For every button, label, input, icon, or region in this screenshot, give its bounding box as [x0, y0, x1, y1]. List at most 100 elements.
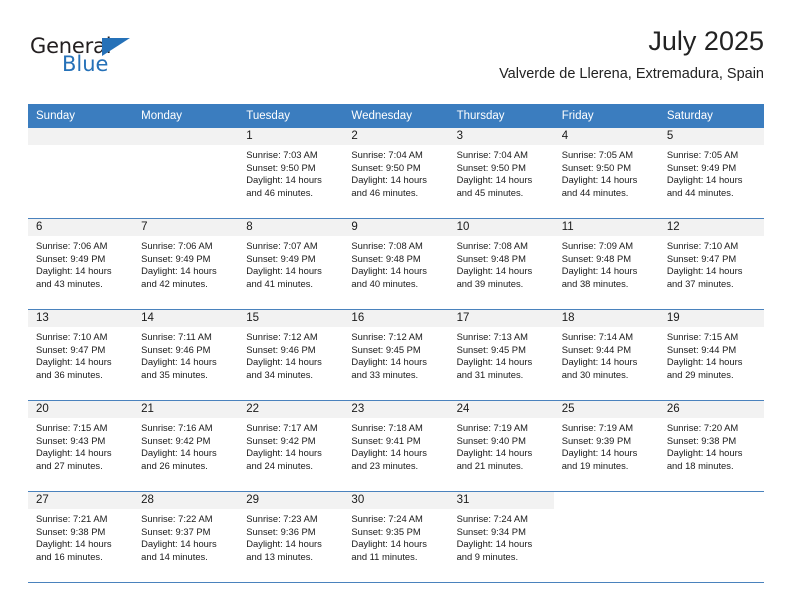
sunrise-text: Sunrise: 7:19 AM — [561, 422, 634, 433]
sunrise-text: Sunrise: 7:12 AM — [351, 331, 423, 342]
day-details: Sunrise: 7:04 AM Sunset: 9:50 PM Daylight:… — [449, 145, 554, 199]
day-number: 30 — [343, 492, 449, 509]
calendar-day-cell[interactable]: 27 Sunrise: 7:21 AM Sunset: 9:38 PM Dayligh… — [28, 491, 134, 583]
calendar-day-cell[interactable]: 17 Sunrise: 7:13 AM Sunset: 9:45 PM Dayligh… — [448, 309, 554, 401]
day-details: Sunrise: 7:10 AM Sunset: 9:47 PM Daylight:… — [659, 236, 764, 290]
sunrise-text: Sunrise: 7:24 AM — [456, 513, 528, 524]
calendar-week-row: 6 Sunrise: 7:06 AM Sunset: 9:49 PM Daylight… — [28, 218, 764, 310]
calendar-day-cell[interactable]: 13 Sunrise: 7:10 AM Sunset: 9:47 PM Dayligh… — [28, 309, 134, 401]
calendar-cell-inner: 20 Sunrise: 7:15 AM Sunset: 9:43 PM Dayligh… — [28, 401, 134, 491]
calendar-day-cell[interactable]: 20 Sunrise: 7:15 AM Sunset: 9:43 PM Dayligh… — [28, 400, 134, 492]
daylight-text-line1: Daylight: 14 hours — [36, 447, 112, 459]
calendar-day-cell[interactable]: 29 Sunrise: 7:23 AM Sunset: 9:36 PM Dayligh… — [238, 491, 344, 583]
day-details: Sunrise: 7:06 AM Sunset: 9:49 PM Daylight:… — [133, 236, 238, 290]
calendar-cell-inner: 9 Sunrise: 7:08 AM Sunset: 9:48 PM Daylight… — [343, 219, 449, 309]
sunset-text: Sunset: 9:46 PM — [141, 343, 211, 355]
day-number — [28, 128, 134, 145]
calendar-cell-inner: 15 Sunrise: 7:12 AM Sunset: 9:46 PM Dayligh… — [238, 310, 344, 400]
daylight-text-line1: Daylight: 14 hours — [561, 447, 638, 459]
calendar-day-cell[interactable]: 10 Sunrise: 7:08 AM Sunset: 9:48 PM Dayligh… — [448, 218, 554, 310]
calendar-cell-inner — [658, 492, 764, 582]
sunrise-text: Sunrise: 7:05 AM — [561, 149, 634, 160]
daylight-text-line2: and 29 minutes. — [666, 368, 734, 380]
calendar-day-cell[interactable]: 28 Sunrise: 7:22 AM Sunset: 9:37 PM Dayligh… — [133, 491, 239, 583]
day-details: Sunrise: 7:23 AM Sunset: 9:36 PM Daylight:… — [238, 509, 343, 563]
calendar-cell-empty — [28, 128, 134, 219]
daylight-text-line2: and 38 minutes. — [561, 277, 629, 289]
sunrise-text: Sunrise: 7:06 AM — [36, 240, 108, 251]
daylight-text-line1: Daylight: 14 hours — [36, 356, 112, 368]
daylight-text-line2: and 18 minutes. — [666, 459, 734, 471]
day-details: Sunrise: 7:15 AM Sunset: 9:44 PM Daylight:… — [659, 327, 764, 381]
calendar-cell-empty — [133, 128, 239, 219]
sunset-text: Sunset: 9:48 PM — [561, 252, 632, 264]
daylight-text-line1: Daylight: 14 hours — [36, 538, 112, 550]
sunset-text: Sunset: 9:48 PM — [456, 252, 526, 264]
calendar-day-cell[interactable]: 30 Sunrise: 7:24 AM Sunset: 9:35 PM Dayligh… — [343, 491, 449, 583]
daylight-text-line2: and 44 minutes. — [561, 186, 629, 198]
calendar-cell-inner: 5 Sunrise: 7:05 AM Sunset: 9:49 PM Daylight… — [658, 128, 764, 218]
calendar-day-cell[interactable]: 25 Sunrise: 7:19 AM Sunset: 9:39 PM Dayligh… — [553, 400, 659, 492]
day-number: 8 — [238, 219, 344, 236]
calendar-day-cell[interactable]: 22 Sunrise: 7:17 AM Sunset: 9:42 PM Dayligh… — [238, 400, 344, 492]
calendar-day-cell[interactable]: 31 Sunrise: 7:24 AM Sunset: 9:34 PM Dayligh… — [448, 491, 554, 583]
calendar-day-cell[interactable]: 14 Sunrise: 7:11 AM Sunset: 9:46 PM Dayligh… — [133, 309, 239, 401]
sunset-text: Sunset: 9:42 PM — [246, 434, 316, 446]
daylight-text-line2: and 26 minutes. — [141, 459, 208, 471]
calendar-day-cell[interactable]: 19 Sunrise: 7:15 AM Sunset: 9:44 PM Dayligh… — [658, 309, 764, 401]
day-number: 4 — [553, 128, 659, 145]
daylight-text-line1: Daylight: 14 hours — [246, 447, 322, 459]
sunset-text: Sunset: 9:34 PM — [456, 525, 526, 537]
calendar-grid: Sunday Monday Tuesday Wednesday Thursday… — [28, 104, 764, 583]
calendar-cell-inner: 31 Sunrise: 7:24 AM Sunset: 9:34 PM Dayligh… — [448, 492, 554, 582]
sunset-text: Sunset: 9:48 PM — [351, 252, 421, 264]
calendar-day-cell[interactable]: 18 Sunrise: 7:14 AM Sunset: 9:44 PM Dayligh… — [553, 309, 659, 401]
calendar-day-cell[interactable]: 6 Sunrise: 7:06 AM Sunset: 9:49 PM Daylight… — [28, 218, 134, 310]
calendar-day-cell[interactable]: 23 Sunrise: 7:18 AM Sunset: 9:41 PM Dayligh… — [343, 400, 449, 492]
calendar-day-cell[interactable]: 24 Sunrise: 7:19 AM Sunset: 9:40 PM Dayligh… — [448, 400, 554, 492]
calendar-day-cell[interactable]: 16 Sunrise: 7:12 AM Sunset: 9:45 PM Dayligh… — [343, 309, 449, 401]
calendar-day-cell[interactable]: 26 Sunrise: 7:20 AM Sunset: 9:38 PM Dayligh… — [658, 400, 764, 492]
calendar-day-cell[interactable]: 9 Sunrise: 7:08 AM Sunset: 9:48 PM Daylight… — [343, 218, 449, 310]
daylight-text-line2: and 40 minutes. — [351, 277, 419, 289]
sunset-text: Sunset: 9:49 PM — [36, 252, 106, 264]
general-blue-logo[interactable]: General Blue — [30, 36, 210, 88]
daylight-text-line2: and 46 minutes. — [351, 186, 419, 198]
daylight-text-line1: Daylight: 14 hours — [246, 174, 322, 186]
sunset-text: Sunset: 9:50 PM — [246, 161, 316, 173]
daylight-text-line2: and 39 minutes. — [456, 277, 524, 289]
sunset-text: Sunset: 9:47 PM — [666, 252, 737, 264]
sunset-text: Sunset: 9:37 PM — [141, 525, 211, 537]
calendar-day-cell[interactable]: 4 Sunrise: 7:05 AM Sunset: 9:50 PM Daylight… — [553, 128, 659, 219]
calendar-day-cell[interactable]: 11 Sunrise: 7:09 AM Sunset: 9:48 PM Dayligh… — [553, 218, 659, 310]
sunrise-text: Sunrise: 7:03 AM — [246, 149, 318, 160]
sunset-text: Sunset: 9:36 PM — [246, 525, 316, 537]
daylight-text-line2: and 14 minutes. — [141, 550, 208, 562]
calendar-day-cell[interactable]: 8 Sunrise: 7:07 AM Sunset: 9:49 PM Daylight… — [238, 218, 344, 310]
day-number: 14 — [133, 310, 239, 327]
day-details: Sunrise: 7:11 AM Sunset: 9:46 PM Daylight:… — [133, 327, 238, 381]
calendar-day-cell[interactable]: 7 Sunrise: 7:06 AM Sunset: 9:49 PM Daylight… — [133, 218, 239, 310]
calendar-cell-inner: 24 Sunrise: 7:19 AM Sunset: 9:40 PM Dayligh… — [448, 401, 554, 491]
daylight-text-line1: Daylight: 14 hours — [246, 265, 322, 277]
calendar-day-cell[interactable]: 5 Sunrise: 7:05 AM Sunset: 9:49 PM Daylight… — [658, 128, 764, 219]
calendar-cell-inner — [133, 128, 239, 218]
daylight-text-line2: and 19 minutes. — [561, 459, 629, 471]
daylight-text-line2: and 37 minutes. — [666, 277, 734, 289]
day-details: Sunrise: 7:04 AM Sunset: 9:50 PM Daylight:… — [343, 145, 448, 199]
calendar-day-cell[interactable]: 12 Sunrise: 7:10 AM Sunset: 9:47 PM Dayligh… — [658, 218, 764, 310]
sunset-text: Sunset: 9:40 PM — [456, 434, 526, 446]
calendar-day-cell[interactable]: 3 Sunrise: 7:04 AM Sunset: 9:50 PM Daylight… — [448, 128, 554, 219]
day-details: Sunrise: 7:14 AM Sunset: 9:44 PM Daylight:… — [554, 327, 659, 381]
calendar-day-cell[interactable]: 1 Sunrise: 7:03 AM Sunset: 9:50 PM Daylight… — [238, 128, 344, 219]
calendar-day-cell[interactable]: 21 Sunrise: 7:16 AM Sunset: 9:42 PM Dayligh… — [133, 400, 239, 492]
calendar-day-cell[interactable]: 2 Sunrise: 7:04 AM Sunset: 9:50 PM Daylight… — [343, 128, 449, 219]
day-details: Sunrise: 7:12 AM Sunset: 9:46 PM Daylight:… — [238, 327, 343, 381]
calendar-day-cell[interactable]: 15 Sunrise: 7:12 AM Sunset: 9:46 PM Dayligh… — [238, 309, 344, 401]
daylight-text-line1: Daylight: 14 hours — [666, 356, 743, 368]
day-number: 23 — [343, 401, 449, 418]
daylight-text-line1: Daylight: 14 hours — [141, 356, 217, 368]
day-number: 1 — [238, 128, 344, 145]
daylight-text-line2: and 33 minutes. — [351, 368, 419, 380]
daylight-text-line2: and 42 minutes. — [141, 277, 208, 289]
